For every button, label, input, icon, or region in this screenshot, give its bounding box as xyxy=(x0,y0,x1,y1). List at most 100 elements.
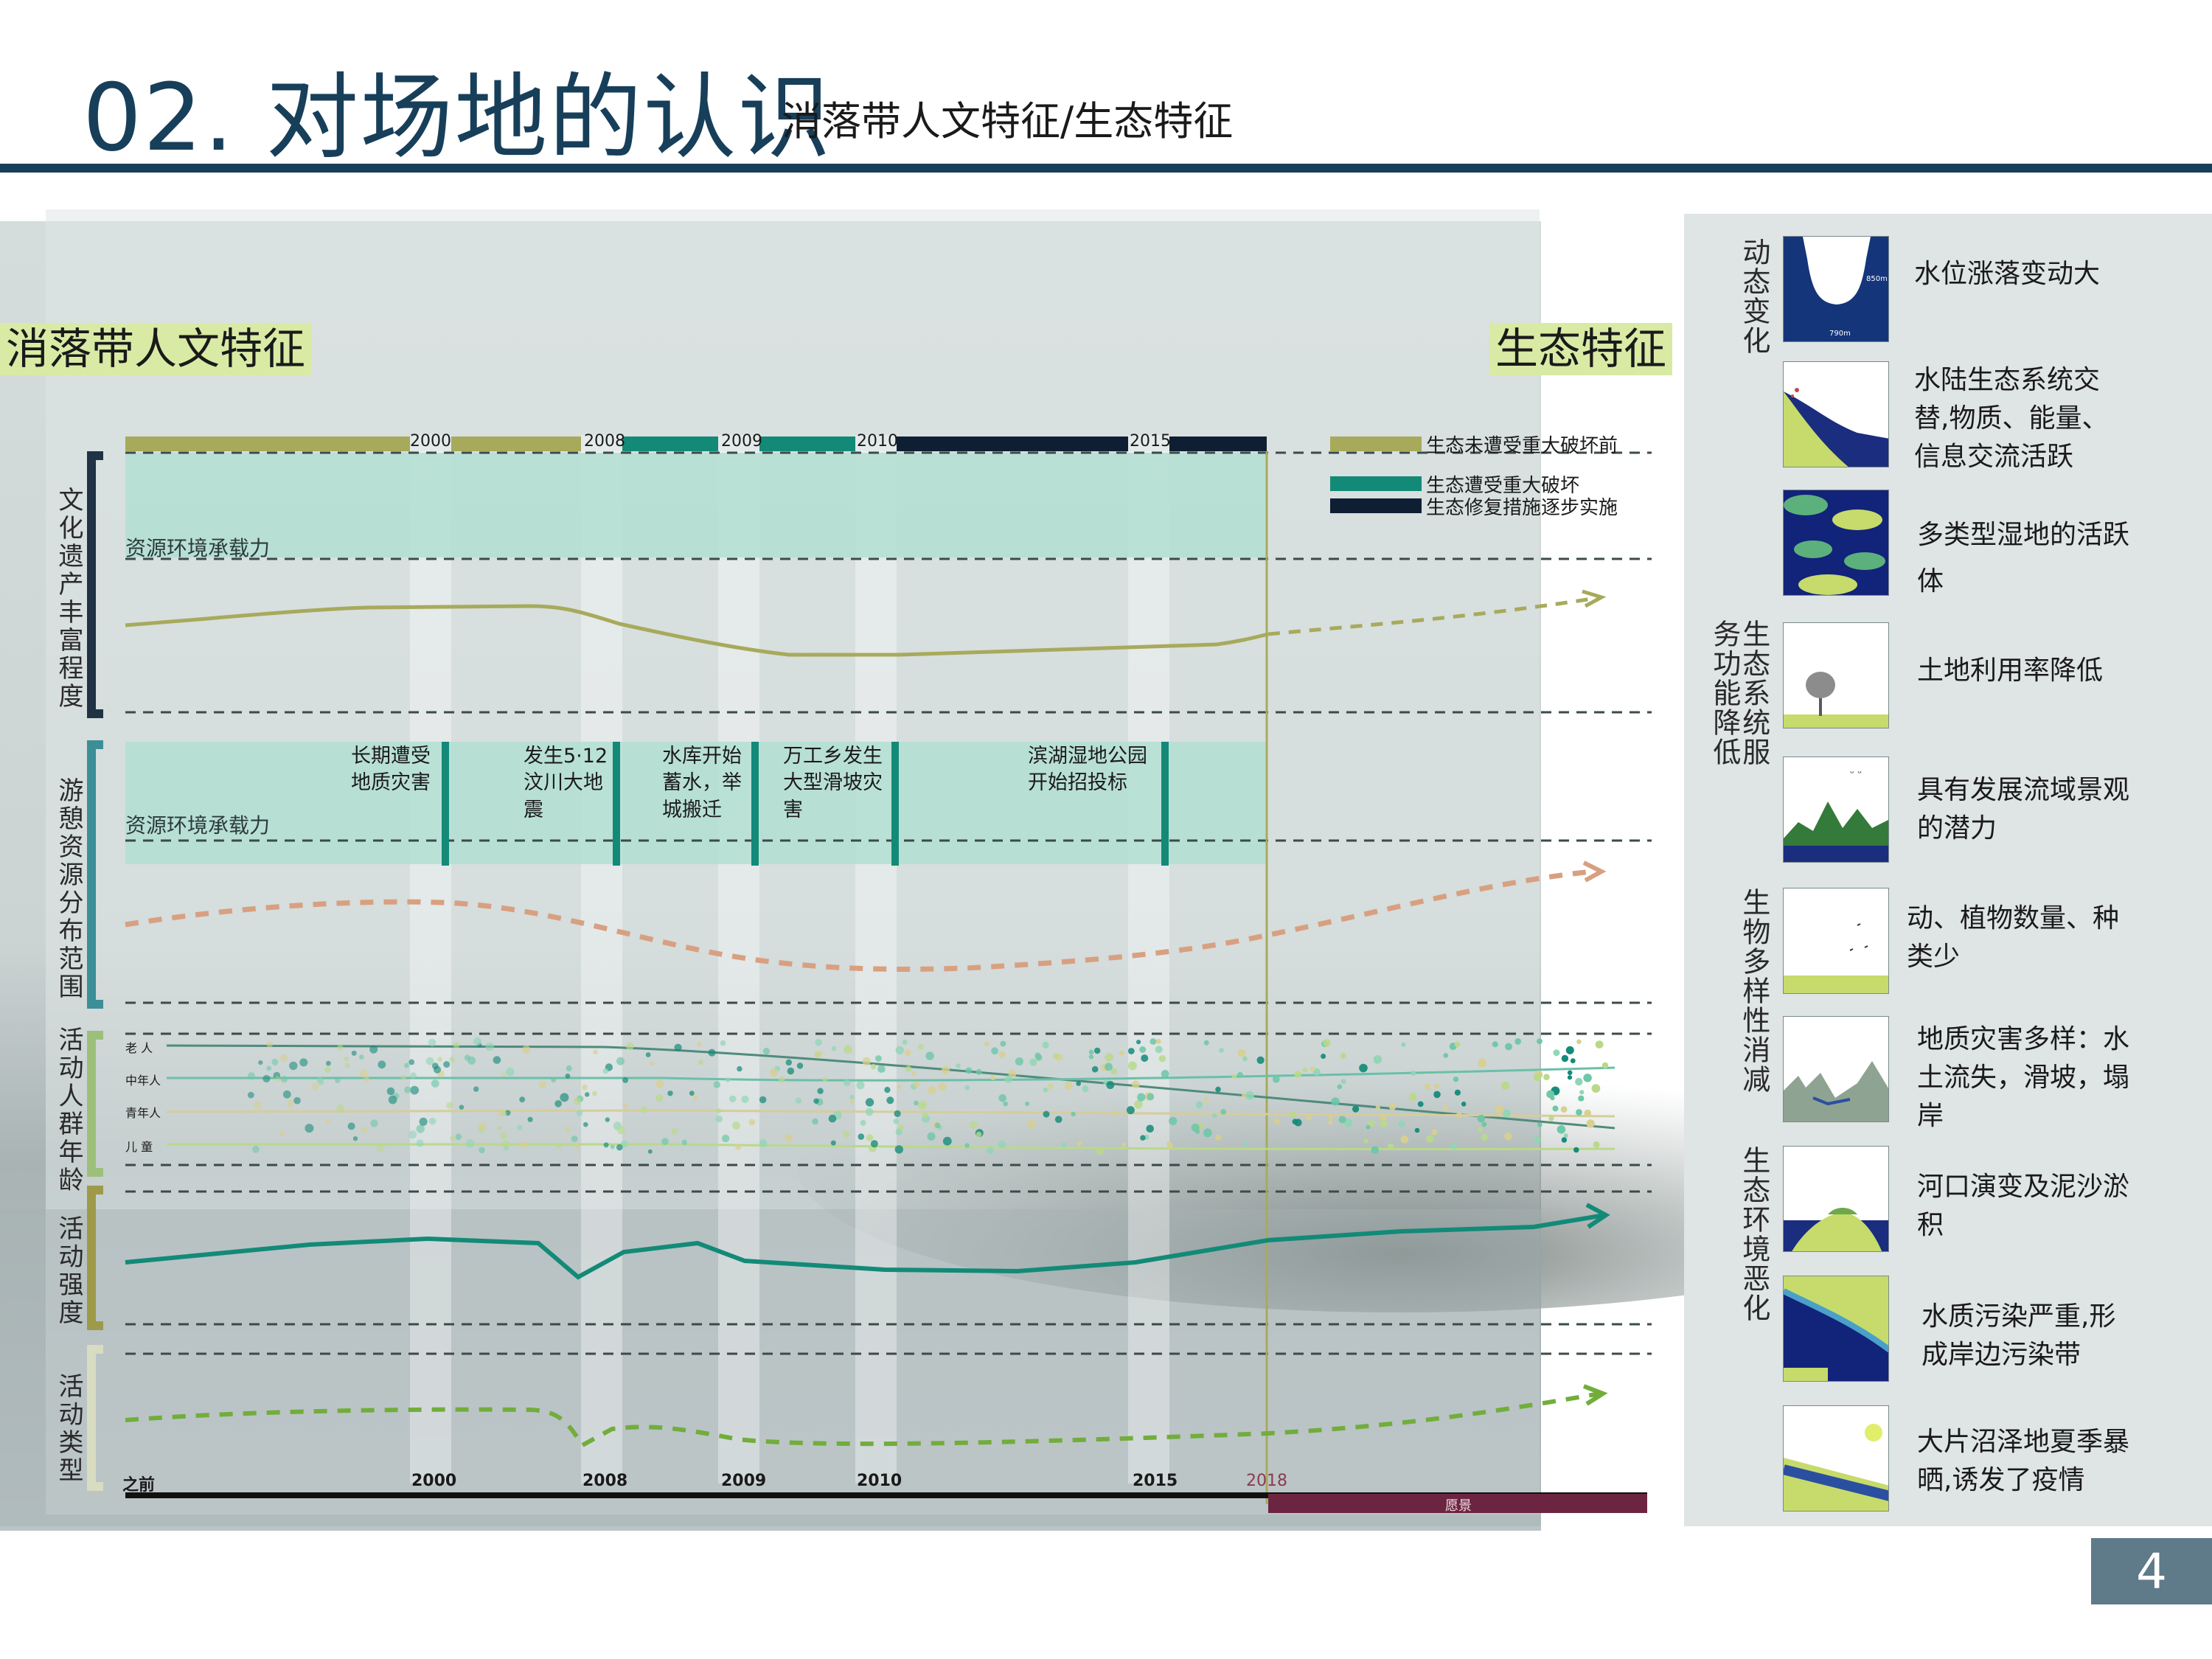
age-dot xyxy=(785,1134,793,1142)
age-dot xyxy=(927,1132,936,1141)
age-dot xyxy=(1155,1046,1163,1054)
age-dot xyxy=(465,1139,475,1148)
age-dot xyxy=(911,1071,917,1077)
age-dot xyxy=(1242,1056,1248,1062)
age-dot xyxy=(698,1060,703,1065)
age-dot xyxy=(1561,1054,1569,1062)
age-dot xyxy=(729,1095,737,1103)
age-dot xyxy=(987,1147,994,1155)
age-dot xyxy=(428,1117,437,1125)
age-dot xyxy=(1591,1084,1601,1093)
event-reservoir: 水库开始蓄水，举城搬迁 xyxy=(662,745,742,821)
age-label-elderly: 老 人 xyxy=(125,1041,153,1055)
age-dot xyxy=(938,1082,947,1091)
age-dot xyxy=(1065,1082,1073,1090)
event-earthquake: 发生5·12汶川大地震 xyxy=(524,745,608,821)
age-dot xyxy=(1379,1113,1387,1121)
age-dot xyxy=(1454,1089,1461,1096)
age-dot xyxy=(956,1063,961,1068)
marsh-sun-icon xyxy=(1783,1405,1889,1512)
age-dot xyxy=(351,1050,357,1056)
age-dot xyxy=(964,1085,970,1091)
age-dot xyxy=(681,1139,687,1145)
age-dot xyxy=(1137,1093,1146,1102)
age-dot xyxy=(934,1122,941,1129)
age-dot xyxy=(266,1041,274,1048)
geo-hazard-icon xyxy=(1783,1016,1889,1122)
age-dot xyxy=(254,1101,262,1109)
age-dot xyxy=(1273,1118,1281,1124)
age-dot xyxy=(359,1069,368,1078)
age-dot xyxy=(984,1041,990,1047)
age-dot xyxy=(479,1122,487,1130)
bottom-tick-2010: 2010 xyxy=(857,1472,902,1490)
age-dot xyxy=(905,1065,912,1072)
age-dot xyxy=(311,1082,319,1091)
age-dot xyxy=(785,1059,793,1066)
age-label-child: 儿 童 xyxy=(125,1140,153,1154)
age-dot xyxy=(1256,1056,1265,1064)
age-dot xyxy=(1401,1042,1406,1047)
age-dot xyxy=(897,1124,904,1131)
land-water-icon xyxy=(1783,361,1889,467)
age-dot xyxy=(565,1126,571,1132)
age-dot xyxy=(506,1067,515,1077)
age-dot xyxy=(875,1055,882,1062)
age-dot xyxy=(1443,1053,1449,1058)
age-dot xyxy=(813,1098,819,1105)
age-dot xyxy=(247,1072,256,1080)
age-dot xyxy=(626,1042,634,1051)
age-dot xyxy=(1203,1040,1209,1046)
event-wetland-park: 滨湖湿地公园开始招投标 xyxy=(1028,745,1147,795)
age-dot xyxy=(1132,1080,1140,1088)
landscape-icon: ᵕ ᵕ xyxy=(1783,757,1889,863)
age-dot xyxy=(1112,1110,1118,1116)
age-dot xyxy=(324,1066,331,1073)
eco-item-wetland: 多类型湿地的活跃体 xyxy=(1917,520,2130,597)
age-dot xyxy=(401,1074,406,1080)
age-dot xyxy=(844,1079,851,1087)
bottom-tick-before: 之前 xyxy=(122,1476,156,1495)
eco-item-landscape: 具有发展流域景观的潜力 xyxy=(1917,775,2130,844)
age-dot xyxy=(252,1145,260,1153)
age-dot xyxy=(1408,1093,1417,1102)
age-dot xyxy=(1431,1129,1438,1135)
age-dot xyxy=(1292,1119,1298,1124)
age-dot xyxy=(858,1133,865,1140)
age-dot xyxy=(1231,1074,1237,1079)
age-dot xyxy=(849,1094,855,1100)
age-dot xyxy=(897,1085,902,1090)
bottom-tick-2015: 2015 xyxy=(1133,1472,1178,1490)
age-dot xyxy=(1331,1097,1340,1106)
age-dot xyxy=(336,1104,345,1113)
eco-item-sediment: 河口演变及泥沙淤积 xyxy=(1917,1172,2130,1241)
age-dot xyxy=(493,1056,501,1064)
age-dot xyxy=(404,1062,409,1068)
age-dot xyxy=(1492,1041,1498,1048)
age-dot xyxy=(1560,1106,1568,1113)
age-dot xyxy=(998,1051,1006,1059)
age-dot xyxy=(894,1110,901,1117)
age-dot xyxy=(266,1065,272,1071)
age-dot xyxy=(1047,1083,1054,1090)
age-dot xyxy=(473,1086,479,1092)
top-year-2015: 2015 xyxy=(1130,432,1171,451)
age-dot xyxy=(1237,1049,1246,1057)
age-dot xyxy=(431,1079,439,1088)
age-dot xyxy=(1450,1143,1457,1150)
age-dot xyxy=(770,1068,779,1077)
age-dot xyxy=(1289,1111,1296,1118)
age-dot xyxy=(1543,1074,1550,1080)
age-dot xyxy=(671,1128,678,1135)
age-dot xyxy=(1195,1101,1203,1109)
age-dot xyxy=(449,1057,455,1062)
age-dot xyxy=(1575,1077,1583,1086)
age-dot xyxy=(1601,1062,1609,1069)
age-dot xyxy=(1583,1074,1592,1082)
age-dot xyxy=(716,1108,722,1113)
age-dot xyxy=(1328,1115,1333,1121)
age-dot xyxy=(282,1090,291,1099)
age-dot xyxy=(796,1062,804,1069)
age-dot xyxy=(1388,1143,1394,1150)
age-dot xyxy=(1337,1084,1343,1090)
